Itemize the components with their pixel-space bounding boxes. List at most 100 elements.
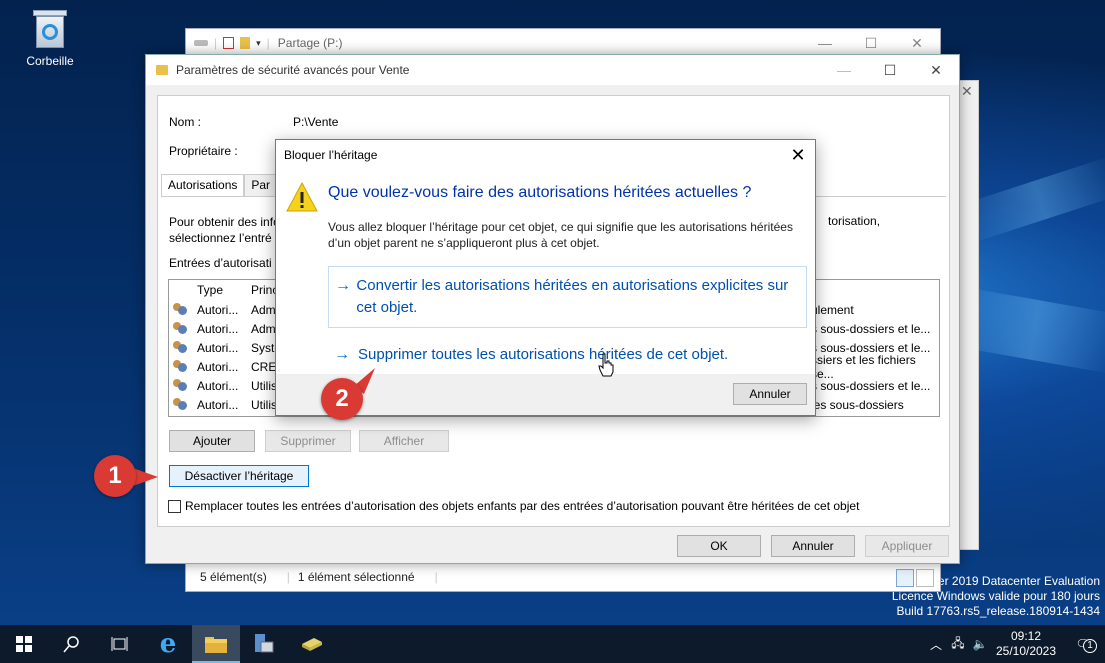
recycle-bin-label: Corbeille: [26, 54, 74, 68]
entries-label: Entrées d’autorisati: [169, 256, 272, 270]
drive-icon[interactable]: [194, 40, 208, 46]
row-type: Autori...: [197, 321, 239, 336]
item-count: 5 élément(s): [200, 570, 267, 584]
volume-muted-icon[interactable]: 🔈: [969, 637, 991, 651]
tab-permissions[interactable]: Autorisations: [161, 174, 245, 196]
search-button[interactable]: [48, 625, 96, 663]
clock-date: 25/10/2023: [995, 644, 1057, 658]
tab-strip: Autorisations Par: [161, 174, 278, 196]
system-tray: ︿ 🖧 🔈 09:12 25/10/2023 🗨 1: [925, 625, 1105, 663]
description-line: sélectionnez l’entré: [169, 231, 272, 245]
remove-button[interactable]: Supprimer: [265, 430, 351, 452]
name-value: P:\Vente: [293, 115, 339, 129]
row-type: Autori...: [197, 302, 239, 317]
new-folder-icon[interactable]: [240, 37, 251, 49]
dialog-body: Vous allez bloquer l’héritage pour cet o…: [328, 220, 793, 250]
close-icon[interactable]: ✕: [913, 55, 959, 85]
row-applies: s sous-dossiers et le...: [811, 321, 931, 336]
close-icon[interactable]: ✕: [961, 83, 973, 100]
close-icon[interactable]: ✕: [787, 144, 809, 166]
arrow-right-icon: →: [334, 346, 350, 363]
users-icon: [173, 360, 191, 373]
action-center-button[interactable]: 🗨 1: [1061, 637, 1105, 653]
disable-inheritance-button[interactable]: Désactiver l’héritage: [169, 465, 309, 487]
chevron-up-icon[interactable]: ︿: [925, 636, 947, 653]
view-switcher: [896, 569, 934, 587]
network-icon[interactable]: 🖧: [947, 634, 969, 655]
convert-inherited-option[interactable]: → Convertir les autorisations héritées e…: [328, 266, 807, 328]
dialog-titlebar[interactable]: Bloquer l’héritage: [276, 140, 815, 170]
explorer-title: Partage (P:): [277, 36, 343, 50]
notification-count: 1: [1083, 639, 1097, 653]
search-icon: [63, 636, 79, 653]
view-button[interactable]: Afficher: [359, 430, 449, 452]
permissions-description: Pour obtenir des info sélectionnez l’ent…: [169, 214, 280, 246]
large-icons-view-icon[interactable]: [916, 569, 934, 587]
minimize-icon[interactable]: —: [802, 29, 848, 57]
chevron-down-icon[interactable]: ▾: [256, 38, 261, 49]
dialog-heading: Que voulez-vous faire des autorisations …: [328, 184, 752, 201]
add-button[interactable]: Ajouter: [169, 430, 255, 452]
users-icon: [173, 341, 191, 354]
file-explorer-button[interactable]: [192, 625, 240, 663]
clock[interactable]: 09:12 25/10/2023: [991, 629, 1061, 659]
properties-icon[interactable]: [223, 37, 235, 49]
remove-option-label: Supprimer toutes les autorisations hérit…: [358, 346, 729, 363]
row-applies: s sous-dossiers et le...: [811, 378, 931, 393]
start-button[interactable]: [0, 625, 48, 663]
users-icon: [173, 303, 191, 316]
row-type: Autori...: [197, 378, 239, 393]
description-tail: torisation,: [828, 214, 881, 228]
security-window-controls: — ☐ ✕: [821, 55, 959, 85]
task-view-icon: [111, 637, 128, 651]
row-applies: ulement: [811, 302, 854, 317]
tab-share[interactable]: Par: [244, 174, 278, 196]
watermark-line: Build 17763.rs5_release.180914-1434: [896, 604, 1101, 618]
toolbox-button[interactable]: [288, 625, 336, 663]
maximize-icon[interactable]: ☐: [848, 29, 894, 57]
recycle-bin-shortcut[interactable]: Corbeille: [18, 8, 82, 68]
remove-inherited-option[interactable]: → Supprimer toutes les autorisations hér…: [328, 336, 807, 374]
close-icon[interactable]: ✕: [894, 29, 940, 57]
apply-button[interactable]: Appliquer: [865, 535, 949, 557]
internet-explorer-icon: e: [159, 629, 177, 659]
folder-icon: [205, 637, 227, 653]
minimize-icon[interactable]: —: [821, 55, 867, 85]
users-icon: [173, 379, 191, 392]
quick-access-toolbar: | ▾ |: [194, 36, 270, 50]
replace-child-permissions-checkbox[interactable]: [168, 500, 181, 513]
row-applies: ssiers et les fichiers se...: [811, 352, 916, 381]
replace-child-permissions-label: Remplacer toutes les entrées d’autorisat…: [185, 499, 860, 513]
selected-count: 1 élément sélectionné: [297, 570, 415, 584]
row-type: Autori...: [197, 340, 239, 355]
name-label: Nom :: [169, 115, 202, 129]
column-type[interactable]: Type: [197, 283, 251, 297]
details-view-icon[interactable]: [896, 569, 914, 587]
security-window-title: Paramètres de sécurité avancés pour Vent…: [176, 63, 410, 77]
toolbox-icon: [302, 638, 322, 651]
ok-button[interactable]: OK: [677, 535, 761, 557]
hand-cursor-icon: [598, 353, 614, 377]
users-icon: [173, 322, 191, 335]
arrow-right-icon: →: [335, 277, 351, 294]
row-type: Autori...: [197, 359, 239, 374]
server-manager-button[interactable]: [240, 625, 288, 663]
windows-logo-icon: [16, 636, 32, 652]
explorer-window-controls: — ☐ ✕: [802, 29, 940, 57]
step-badge-1: 1: [94, 455, 136, 497]
task-view-button[interactable]: [96, 625, 144, 663]
dialog-cancel-button[interactable]: Annuler: [733, 383, 807, 405]
description-line: Pour obtenir des info: [169, 215, 280, 229]
owner-label: Propriétaire :: [169, 144, 238, 158]
recycle-bin-icon: [33, 8, 67, 48]
row-applies: les sous-dossiers: [811, 397, 904, 412]
wallpaper-beam: [957, 156, 1105, 244]
step-badge-2: 2: [321, 378, 363, 420]
row-type: Autori...: [197, 397, 239, 412]
convert-option-label: Convertir les autorisations héritées en …: [356, 277, 789, 316]
taskbar: e ︿ 🖧 🔈 09:12 25/10/2023 🗨 1: [0, 625, 1105, 663]
internet-explorer-button[interactable]: e: [144, 625, 192, 663]
cancel-button[interactable]: Annuler: [771, 535, 855, 557]
maximize-icon[interactable]: ☐: [867, 55, 913, 85]
explorer-statusbar: 5 élément(s) | 1 élément sélectionné |: [200, 570, 438, 584]
